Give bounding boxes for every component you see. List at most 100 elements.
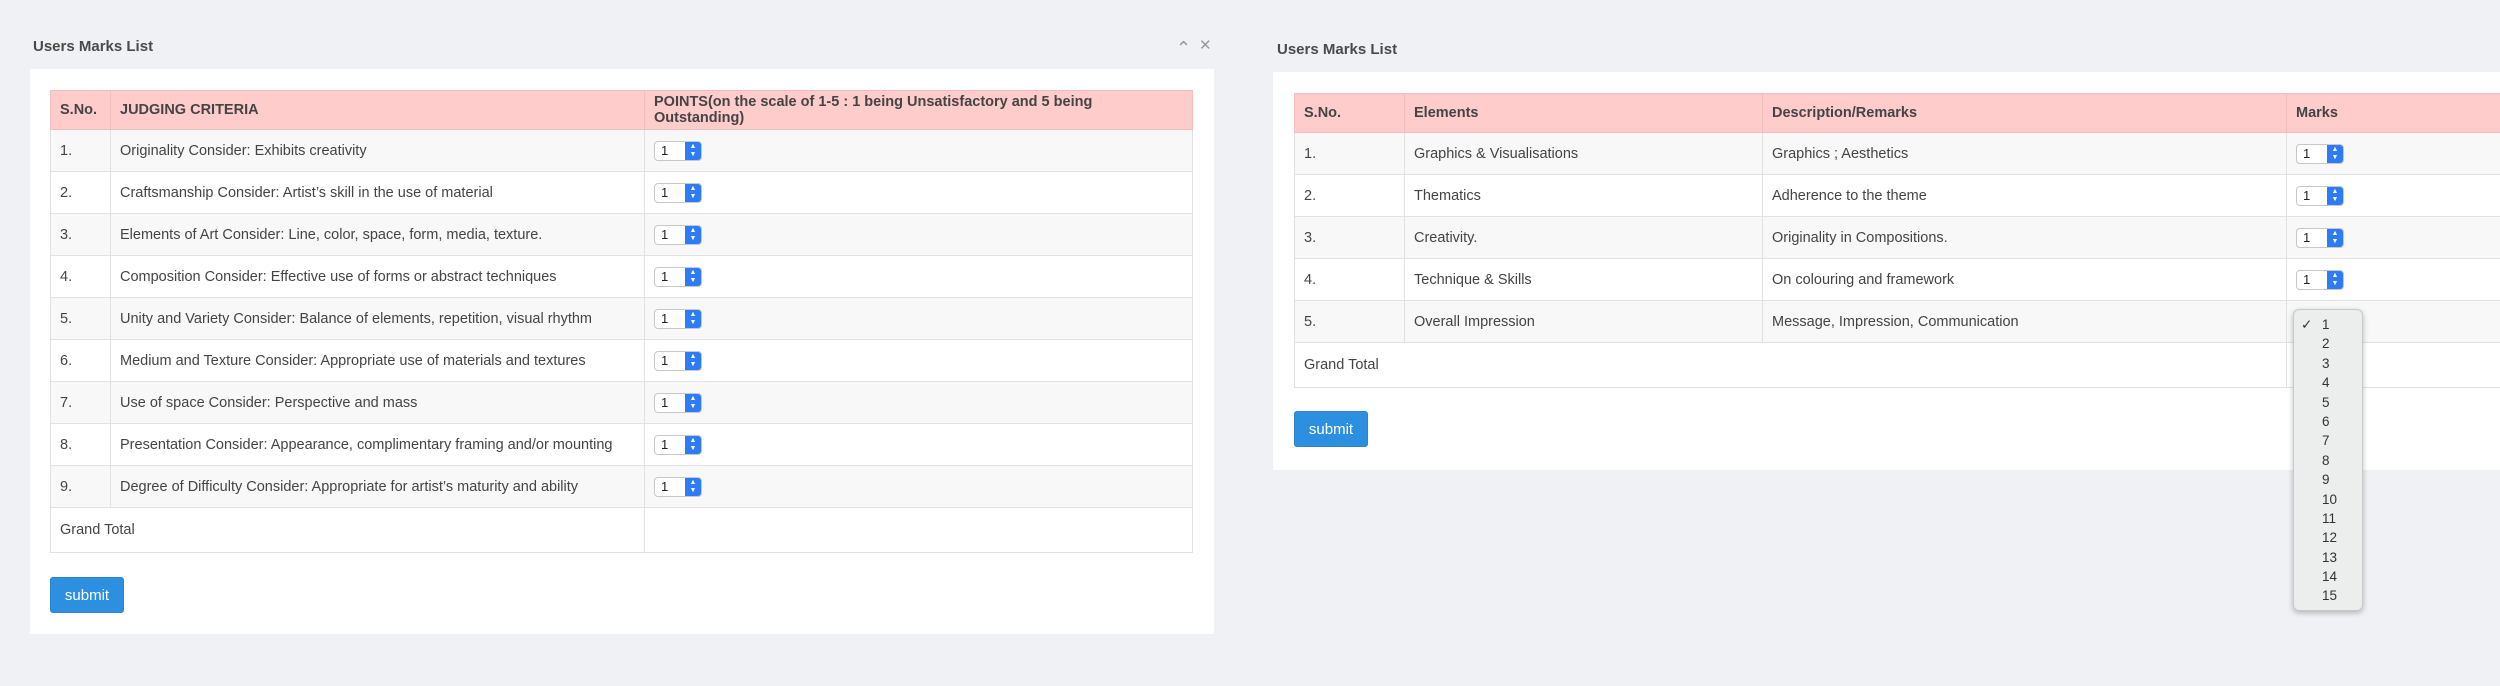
row-criteria: Craftsmanship Consider: Artist’s skill i… — [110, 171, 645, 214]
chevron-updown-icon: ▲ ▼ — [2327, 228, 2343, 247]
chevron-updown-icon: ▲ ▼ — [685, 267, 701, 286]
points-select[interactable]: 1 ▲ ▼ — [654, 476, 702, 497]
points-select[interactable]: 1 ▲ ▼ — [654, 434, 702, 455]
header-description: Description/Remarks — [1762, 93, 2287, 133]
row-points: 1 ▲ ▼ — [644, 171, 1193, 214]
header-sno: S.No. — [1294, 93, 1405, 133]
table-row: 4. Technique & Skills On colouring and fra… — [1294, 258, 2500, 301]
dropdown-option[interactable]: 3 — [2294, 354, 2362, 373]
marks-select[interactable]: 1 ▲ ▼ — [2296, 227, 2344, 248]
dropdown-option[interactable]: 12 — [2294, 528, 2362, 547]
header-criteria: JUDGING CRITERIA — [110, 90, 645, 130]
dropdown-option[interactable]: 7 — [2294, 431, 2362, 450]
dropdown-option[interactable]: 15 — [2294, 586, 2362, 605]
chevron-updown-icon: ▲ ▼ — [685, 141, 701, 160]
row-criteria: Degree of Difficulty Consider: Appropria… — [110, 465, 645, 508]
marks-select[interactable]: 1 ▲ ▼ — [2296, 143, 2344, 164]
points-select[interactable]: 1 ▲ ▼ — [654, 266, 702, 287]
row-description: Adherence to the theme — [1762, 174, 2287, 217]
dropdown-option-label: 5 — [2322, 394, 2330, 410]
select-value: 1 — [2303, 272, 2311, 287]
grand-total-label: Grand Total — [50, 507, 645, 553]
dropdown-option[interactable]: ✓ 1 — [2294, 315, 2362, 334]
row-description: On colouring and framework — [1762, 258, 2287, 301]
header-sno: S.No. — [50, 90, 111, 130]
collapse-icon[interactable]: ⌃ — [1176, 38, 1191, 59]
table-row: 5. Unity and Variety Consider: Balance of… — [50, 297, 1193, 340]
select-value: 1 — [2303, 188, 2311, 203]
points-select[interactable]: 1 ▲ ▼ — [654, 224, 702, 245]
left-panel-title: Users Marks List — [33, 38, 154, 55]
chevron-updown-icon: ▲ ▼ — [685, 351, 701, 370]
row-marks: 1 ▲ ▼ — [2286, 174, 2500, 217]
row-criteria: Medium and Texture Consider: Appropriate… — [110, 339, 645, 382]
row-element: Thematics — [1404, 174, 1763, 217]
dropdown-option-label: 9 — [2322, 472, 2330, 488]
select-value: 1 — [661, 227, 669, 242]
points-select[interactable]: 1 ▲ ▼ — [654, 140, 702, 161]
row-element: Creativity. — [1404, 216, 1763, 259]
chevron-updown-icon: ▲ ▼ — [2327, 270, 2343, 289]
row-criteria: Presentation Consider: Appearance, compl… — [110, 423, 645, 466]
row-description: Graphics ; Aesthetics — [1762, 132, 2287, 175]
marks-dropdown-menu[interactable]: ✓ 1 2 3 4 5 6 7 8 9 10 11 12 13 14 15 — [2293, 309, 2363, 611]
table-row: 4. Composition Consider: Effective use of… — [50, 255, 1193, 298]
dropdown-option[interactable]: 8 — [2294, 451, 2362, 470]
dropdown-option[interactable]: 5 — [2294, 393, 2362, 412]
select-value: 1 — [661, 185, 669, 200]
points-select[interactable]: 1 ▲ ▼ — [654, 392, 702, 413]
dropdown-option-label: 3 — [2322, 355, 2330, 371]
row-element: Graphics & Visualisations — [1404, 132, 1763, 175]
dropdown-option-label: 4 — [2322, 375, 2330, 391]
dropdown-option[interactable]: 13 — [2294, 548, 2362, 567]
dropdown-option-label: 7 — [2322, 433, 2330, 449]
row-criteria: Use of space Consider: Perspective and m… — [110, 381, 645, 424]
row-sno: 6. — [50, 339, 111, 382]
dropdown-option[interactable]: 4 — [2294, 373, 2362, 392]
points-select[interactable]: 1 ▲ ▼ — [654, 350, 702, 371]
dropdown-option-label: 11 — [2322, 510, 2337, 526]
row-sno: 4. — [1294, 258, 1405, 301]
dropdown-option-label: 12 — [2322, 530, 2338, 546]
points-select[interactable]: 1 ▲ ▼ — [654, 308, 702, 329]
row-sno: 2. — [1294, 174, 1405, 217]
table-row: 7. Use of space Consider: Perspective and… — [50, 381, 1193, 424]
dropdown-option[interactable]: 11 — [2294, 509, 2362, 528]
select-value: 1 — [2303, 146, 2311, 161]
table-row: 8. Presentation Consider: Appearance, com… — [50, 423, 1193, 466]
row-criteria: Originality Consider: Exhibits creativit… — [110, 129, 645, 172]
row-sno: 9. — [50, 465, 111, 508]
chevron-updown-icon: ▲ ▼ — [685, 477, 701, 496]
row-points: 1 ▲ ▼ — [644, 381, 1193, 424]
header-elements: Elements — [1404, 93, 1763, 133]
dropdown-option-label: 13 — [2322, 549, 2338, 565]
row-element: Overall Impression — [1404, 300, 1763, 343]
row-sno: 3. — [50, 213, 111, 256]
row-sno: 3. — [1294, 216, 1405, 259]
close-icon[interactable]: ✕ — [1199, 36, 1212, 54]
row-criteria: Unity and Variety Consider: Balance of e… — [110, 297, 645, 340]
dropdown-option[interactable]: 14 — [2294, 567, 2362, 586]
dropdown-option-label: 15 — [2322, 588, 2338, 604]
row-marks: 1 ▲ ▼ — [2286, 258, 2500, 301]
dropdown-option-label: 6 — [2322, 413, 2330, 429]
dropdown-option[interactable]: 10 — [2294, 490, 2362, 509]
header-points: POINTS(on the scale of 1-5 : 1 being Uns… — [644, 90, 1193, 130]
chevron-updown-icon: ▲ ▼ — [685, 309, 701, 328]
table-row: 2. Craftsmanship Consider: Artist’s skill… — [50, 171, 1193, 214]
points-select[interactable]: 1 ▲ ▼ — [654, 182, 702, 203]
dropdown-option[interactable]: 2 — [2294, 334, 2362, 353]
marks-select[interactable]: 1 ▲ ▼ — [2296, 185, 2344, 206]
marks-select[interactable]: 1 ▲ ▼ — [2296, 269, 2344, 290]
header-marks: Marks — [2286, 93, 2500, 133]
right-submit-button[interactable]: submit — [1294, 411, 1368, 447]
select-value: 1 — [661, 269, 669, 284]
row-points: 1 ▲ ▼ — [644, 423, 1193, 466]
dropdown-option[interactable]: 9 — [2294, 470, 2362, 489]
left-submit-button[interactable]: submit — [50, 577, 124, 613]
row-points: 1 ▲ ▼ — [644, 339, 1193, 382]
row-points: 1 ▲ ▼ — [644, 465, 1193, 508]
chevron-updown-icon: ▲ ▼ — [2327, 186, 2343, 205]
dropdown-option[interactable]: 6 — [2294, 412, 2362, 431]
row-sno: 1. — [50, 129, 111, 172]
